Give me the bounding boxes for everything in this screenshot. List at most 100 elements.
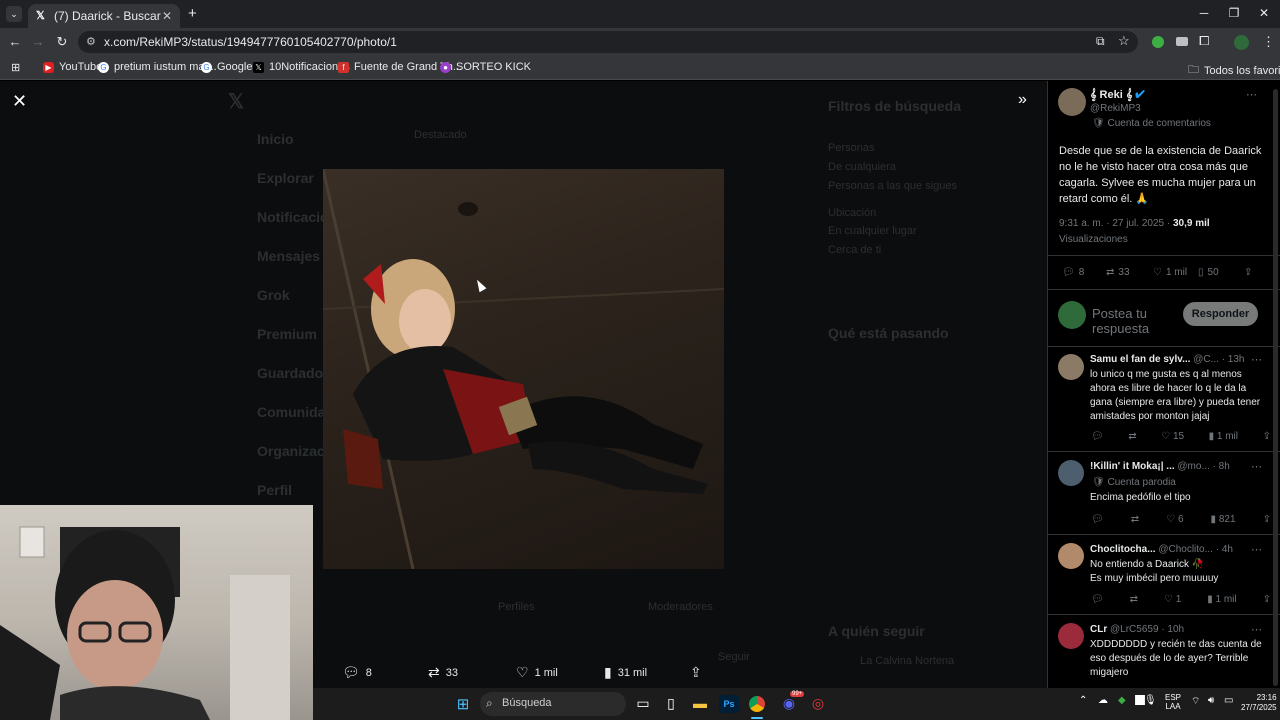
extension-green-icon[interactable]: [1152, 36, 1164, 48]
reply-icon: 💬︎: [1062, 267, 1075, 278]
reply-name[interactable]: CLr @LrC5659 · 10h: [1090, 624, 1184, 635]
start-windows-icon[interactable]: ⊞: [453, 695, 473, 713]
task-view-icon[interactable]: ▭: [633, 695, 653, 713]
chrome-icon[interactable]: [749, 696, 765, 712]
share-icon[interactable]: ⇪: [1263, 514, 1271, 525]
reply-more-icon[interactable]: ⋯: [1251, 460, 1262, 473]
bookmark-pretium[interactable]: Gpretium iustum mat...: [98, 61, 217, 73]
like-count[interactable]: ♡ 15: [1161, 431, 1184, 442]
reply-avatar[interactable]: [1058, 543, 1084, 569]
bookmark-notificaciones[interactable]: 𝕏 10Notificaciones: [253, 61, 350, 73]
tray-chevron-icon[interactable]: ⌃: [1079, 695, 1087, 706]
reply-more-icon[interactable]: ⋯: [1251, 623, 1262, 636]
post-reposts[interactable]: ⇄ 33: [1106, 267, 1130, 278]
views-count[interactable]: ▮ 1 mil: [1209, 431, 1238, 442]
share-icon[interactable]: ⇪: [1263, 431, 1271, 442]
close-window-button[interactable]: ✕: [1254, 6, 1274, 20]
reply-name[interactable]: Choclitocha... @Choclito... · 4h: [1090, 544, 1233, 555]
close-viewer-icon[interactable]: ✕: [12, 91, 27, 112]
extension-card-icon[interactable]: [1176, 37, 1188, 46]
author-name[interactable]: 𝄞 Reki 𝄞 ✔: [1090, 89, 1145, 102]
viewer-replies[interactable]: 💬︎ 8: [342, 664, 372, 681]
minimize-button[interactable]: ─: [1194, 6, 1214, 20]
bg-follow-name: La Calvina Nortena: [860, 655, 955, 667]
volume-icon[interactable]: 🔊︎: [1208, 695, 1214, 706]
post-more-icon[interactable]: ⋯: [1246, 88, 1257, 101]
site-info-icon[interactable]: ⚙: [86, 35, 96, 48]
all-bookmarks[interactable]: 🗀 Todos los favoritos: [1188, 61, 1280, 80]
language-indicator[interactable]: ESP LAA: [1165, 693, 1181, 711]
like-count[interactable]: ♡ 6: [1166, 514, 1183, 525]
reply-icon[interactable]: 💬︎: [1091, 594, 1104, 605]
author-handle[interactable]: @RekiMP3: [1090, 103, 1141, 114]
views-count[interactable]: ▮ 1 mil: [1207, 594, 1236, 605]
bg-filter: Personas a las que sigues: [828, 180, 958, 192]
repost-icon[interactable]: ⇄: [1130, 594, 1138, 605]
reply-more-icon[interactable]: ⋯: [1251, 353, 1262, 366]
kick-icon: ●: [440, 61, 451, 73]
collapse-panel-icon[interactable]: »: [1018, 91, 1027, 109]
close-tab-icon[interactable]: ✕: [162, 9, 172, 23]
share-icon[interactable]: ⇪: [1263, 594, 1271, 605]
viewer-likes[interactable]: ♡ 1 mil: [516, 664, 558, 681]
post-likes[interactable]: ♡ 1 mil: [1153, 267, 1187, 278]
taskbar-search[interactable]: ⌕ Búsqueda: [480, 692, 626, 716]
like-count[interactable]: ♡ 1: [1164, 594, 1181, 605]
back-icon[interactable]: ←: [7, 34, 23, 49]
bookmark-sorteo[interactable]: ● SORTEO KICK: [440, 61, 531, 73]
tab-list-button[interactable]: ⌄: [6, 6, 22, 22]
x-logo-icon: 𝕏: [36, 10, 45, 22]
battery-icon[interactable]: ▭: [1224, 695, 1233, 706]
bookmark-google[interactable]: G Google: [201, 61, 252, 73]
file-explorer-icon[interactable]: ▬: [690, 695, 710, 713]
network-icon[interactable]: ⌔: [1191, 695, 1200, 708]
viewer-views[interactable]: ▮ 31 mil: [604, 664, 647, 681]
tray-app-icon[interactable]: ◆: [1118, 695, 1126, 706]
reload-icon[interactable]: ↻: [54, 34, 70, 50]
photoshop-icon[interactable]: Ps: [719, 695, 739, 713]
reply-avatar[interactable]: [1058, 354, 1084, 380]
share-icon[interactable]: ⇪: [1244, 267, 1252, 278]
reply-button[interactable]: Responder: [1183, 302, 1258, 326]
reply-more-icon[interactable]: ⋯: [1251, 543, 1262, 556]
share-icon: ⇪: [690, 664, 702, 680]
apps-grid-icon[interactable]: ⊞: [11, 61, 20, 74]
reply-icon[interactable]: 💬︎: [1091, 514, 1104, 525]
discord-icon[interactable]: ◉: [779, 695, 799, 713]
reply-avatar[interactable]: [1058, 460, 1084, 486]
bg-nav-item: Guardados: [257, 365, 331, 381]
bookmark-star-icon[interactable]: ☆: [1118, 33, 1130, 49]
clock[interactable]: 23:16 27/7/2025: [1241, 693, 1277, 713]
bookmark-youtube[interactable]: ▶ YouTube: [43, 61, 102, 73]
extensions-puzzle-icon[interactable]: ⧠: [1199, 33, 1209, 49]
reply-input[interactable]: Postea tu respuesta: [1092, 306, 1172, 336]
install-icon[interactable]: ⧉: [1096, 34, 1105, 49]
bg-filter: En cualquier lugar: [828, 225, 917, 237]
app-icon[interactable]: ▯: [661, 695, 681, 713]
url-bar[interactable]: ⚙ x.com/RekiMP3/status/19494777601054027…: [78, 31, 1138, 53]
post-bookmarks[interactable]: ▯ 50: [1198, 267, 1219, 278]
cloud-icon[interactable]: ☁: [1098, 695, 1108, 706]
viewer-reposts[interactable]: ⇄ 33: [428, 664, 458, 681]
post-replies[interactable]: 💬︎ 8: [1062, 267, 1084, 278]
menu-dots-icon[interactable]: ⋮: [1262, 34, 1275, 50]
reply-name[interactable]: Samu el fan de sylv... @C... · 13h: [1090, 354, 1245, 365]
author-avatar[interactable]: [1058, 88, 1086, 116]
post-photo[interactable]: [323, 169, 724, 569]
views-count[interactable]: ▮ 821: [1211, 514, 1236, 525]
new-tab-button[interactable]: +: [188, 5, 197, 22]
viewer-share[interactable]: ⇪: [690, 664, 708, 681]
reply-avatar[interactable]: [1058, 623, 1084, 649]
app-red-icon[interactable]: ◎: [808, 695, 828, 713]
repost-icon[interactable]: ⇄: [1131, 514, 1139, 525]
repost-icon[interactable]: ⇄: [1128, 431, 1136, 442]
browser-tab[interactable]: 𝕏 (7) Daarick - Buscar / X ✕: [28, 4, 180, 28]
reply-name[interactable]: !Killin' it Moka¡| ... @mo... · 8h: [1090, 461, 1230, 472]
forward-icon[interactable]: →: [30, 34, 46, 49]
profile-avatar[interactable]: [1234, 35, 1249, 50]
reply-label: 🛡︎ Cuenta parodia: [1092, 477, 1176, 488]
mic-icon[interactable]: 🎙︎: [1144, 695, 1157, 706]
restore-button[interactable]: ❐: [1224, 6, 1244, 20]
reply-icon[interactable]: 💬︎: [1091, 431, 1104, 442]
scrollbar[interactable]: [1273, 89, 1278, 686]
